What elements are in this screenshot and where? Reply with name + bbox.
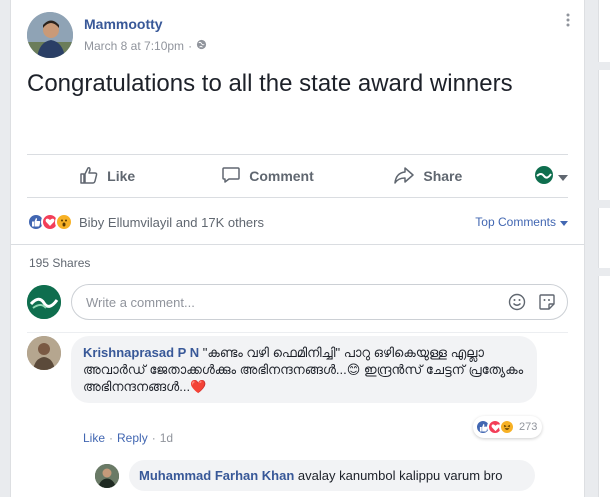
chevron-down-icon <box>557 168 568 184</box>
commenter-avatar[interactable] <box>27 336 61 370</box>
reply-bubble: Muhammad Farhan Khan avalay kanumbol kal… <box>129 460 535 491</box>
post-as-selector[interactable] <box>508 155 568 197</box>
comment-actions: Like · Reply · 1d <box>83 431 173 445</box>
comment-item: Krishnaprasad P N "കണ്ടം വഴി ഫെമിനിച്ചി"… <box>27 336 568 403</box>
like-label: Like <box>107 168 136 184</box>
comment-timestamp[interactable]: 1d <box>160 431 173 445</box>
author-name[interactable]: Mammootty <box>84 16 163 32</box>
post-card: Mammootty March 8 at 7:10pm · Congratula… <box>10 0 585 497</box>
thumbs-up-icon <box>79 165 99 188</box>
comment-author[interactable]: Krishnaprasad P N <box>83 345 199 360</box>
reaction-icons[interactable] <box>27 213 73 231</box>
top-comments-label: Top Comments <box>475 215 556 229</box>
right-panel-card <box>598 0 610 62</box>
divider <box>27 332 568 333</box>
comment-label: Comment <box>249 168 314 184</box>
reactions-summary: Biby Ellumvilayil and 17K others Top Com… <box>27 210 568 234</box>
comment-like-link[interactable]: Like <box>83 431 105 445</box>
shares-count[interactable]: 195 Shares <box>29 256 90 270</box>
right-panel-card <box>598 208 610 268</box>
haha-reaction-icon <box>499 419 515 435</box>
divider <box>11 244 584 245</box>
reactions-summary-text[interactable]: Biby Ellumvilayil and 17K others <box>79 215 264 230</box>
caret-down-icon <box>560 215 568 229</box>
top-comments-dropdown[interactable]: Top Comments <box>475 215 568 229</box>
comment-bubble: Krishnaprasad P N "കണ്ടം വഴി ഫെമിനിച്ചി"… <box>71 336 537 403</box>
right-panel-card <box>598 70 610 200</box>
current-user-avatar <box>27 285 61 319</box>
reply-text: avalay kanumbol kalippu varum bro <box>297 468 503 483</box>
globe-icon <box>196 39 207 53</box>
sticker-icon[interactable] <box>537 292 557 312</box>
comment-input-placeholder: Write a comment... <box>86 294 195 310</box>
separator: · <box>109 431 114 445</box>
post-action-bar: Like Comment Share <box>27 154 568 198</box>
reply-author[interactable]: Muhammad Farhan Khan <box>139 468 294 483</box>
more-dots-icon[interactable] <box>566 10 570 33</box>
post-date[interactable]: March 8 at 7:10pm <box>84 39 184 53</box>
comment-bubble-icon <box>221 165 241 188</box>
meta-separator: · <box>188 39 193 53</box>
emoji-icon[interactable] <box>507 292 527 312</box>
comment-reply-link[interactable]: Reply <box>117 431 148 445</box>
share-arrow-icon <box>393 165 415 188</box>
like-button[interactable]: Like <box>27 155 187 197</box>
reply-item: Muhammad Farhan Khan avalay kanumbol kal… <box>95 460 568 491</box>
wow-reaction-icon <box>55 213 73 231</box>
comment-reactions-badge[interactable]: 273 <box>473 416 543 438</box>
post-meta: March 8 at 7:10pm · <box>84 39 207 53</box>
post-header <box>27 12 73 58</box>
right-panel-card <box>598 276 610 497</box>
comment-button[interactable]: Comment <box>187 155 347 197</box>
post-text: Congratulations to all the state award w… <box>27 70 513 97</box>
comment-input[interactable]: Write a comment... <box>71 284 568 320</box>
comment-composer: Write a comment... <box>27 284 568 320</box>
share-button[interactable]: Share <box>348 155 508 197</box>
page-avatar-icon <box>534 165 554 188</box>
separator: · <box>151 431 156 445</box>
author-avatar[interactable] <box>27 12 73 58</box>
share-label: Share <box>423 168 463 184</box>
reply-author-avatar[interactable] <box>95 464 119 488</box>
comment-reaction-count: 273 <box>519 421 538 433</box>
